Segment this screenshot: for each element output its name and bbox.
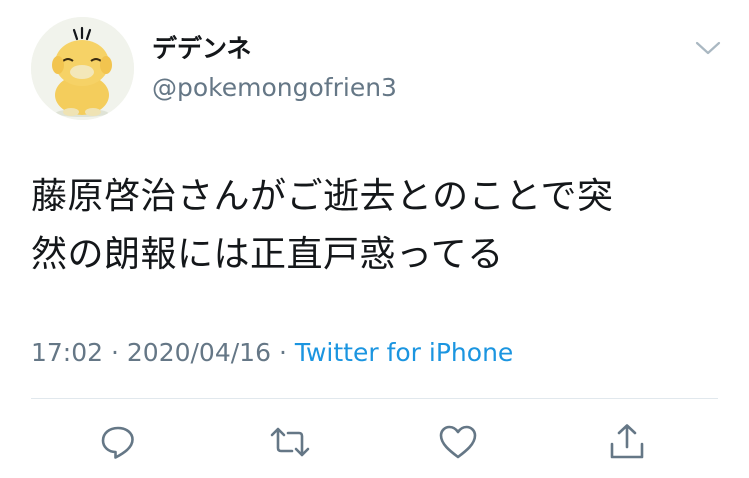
source-link[interactable]: Twitter for iPhone [295, 338, 513, 367]
tweet-text-line: 藤原啓治さんがご逝去とのことで突 [31, 176, 614, 217]
tweet-text: 藤原啓治さんがご逝去とのことで突 然の朗報には正直戸惑ってる [31, 168, 711, 284]
divider [31, 398, 718, 399]
tweet-text-line: 然の朗報には正直戸惑ってる [31, 234, 504, 275]
display-name[interactable]: デデンネ [152, 34, 252, 64]
meta-separator: · [278, 338, 287, 367]
avatar[interactable] [31, 17, 134, 120]
reply-icon [101, 426, 134, 459]
retweet-button[interactable] [268, 420, 312, 464]
tweet-meta: 17:02 · 2020/04/16 · Twitter for iPhone [31, 336, 513, 370]
reply-button[interactable] [96, 420, 140, 464]
user-handle[interactable]: @pokemongofrien3 [152, 73, 397, 103]
share-icon [610, 424, 644, 459]
action-bar [0, 420, 749, 464]
like-icon [439, 425, 477, 459]
psyduck-avatar-icon [31, 17, 134, 120]
share-button[interactable] [605, 420, 649, 464]
timestamp: 17:02 · 2020/04/16 [31, 338, 271, 367]
tweet-card: デデンネ @pokemongofrien3 藤原啓治さんがご逝去とのことで突 然… [0, 0, 749, 478]
retweet-icon [270, 427, 310, 457]
chevron-down-icon[interactable] [694, 38, 722, 58]
like-button[interactable] [436, 420, 480, 464]
